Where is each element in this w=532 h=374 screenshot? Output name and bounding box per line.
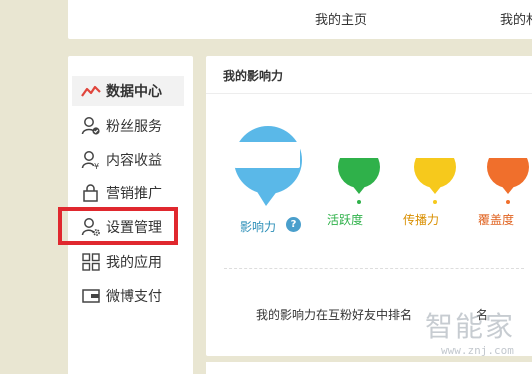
svg-text:¥: ¥ xyxy=(94,162,99,170)
trend-chart-icon xyxy=(80,80,102,102)
wallet-icon xyxy=(80,285,102,307)
spread-label: 传播力 xyxy=(403,213,440,227)
user-yen-icon: ¥ xyxy=(80,149,102,171)
shopping-bag-icon xyxy=(80,182,102,204)
watermark: 智能家 xyxy=(425,310,516,343)
spread-badge[interactable] xyxy=(410,141,460,204)
activity-badge[interactable] xyxy=(334,141,384,204)
influence-label: 影响力 xyxy=(240,220,277,234)
rank-text: 我的影响力在互粉好友中排名 xyxy=(256,308,413,322)
sidebar-item-label: 内容收益 xyxy=(106,153,162,169)
next-card xyxy=(206,362,532,374)
sidebar-item-marketing[interactable]: 营销推广 xyxy=(72,178,184,208)
tab-my-partial[interactable]: 我的札 xyxy=(500,9,532,28)
activity-label: 活跃度 xyxy=(327,213,364,227)
panel-title: 我的影响力 xyxy=(223,69,284,83)
panel-divider xyxy=(206,93,532,94)
dashed-divider xyxy=(224,268,524,269)
sidebar-item-label: 数据中心 xyxy=(106,84,162,100)
sidebar-item-label: 我的应用 xyxy=(106,255,162,271)
sidebar-item-data-center[interactable]: 数据中心 xyxy=(72,76,184,106)
sidebar-item-label: 粉丝服务 xyxy=(106,119,162,135)
top-nav-bar: 我的主页 我的札 xyxy=(68,0,532,39)
coverage-badge[interactable] xyxy=(483,141,532,204)
tab-my-homepage[interactable]: 我的主页 xyxy=(315,9,367,28)
influence-badge[interactable] xyxy=(234,126,302,206)
coverage-label: 覆盖度 xyxy=(478,213,515,227)
app-grid-icon xyxy=(80,251,102,273)
watermark-url: www.znj.com xyxy=(441,344,514,357)
user-check-icon xyxy=(80,115,102,137)
sidebar-item-my-apps[interactable]: 我的应用 xyxy=(72,247,184,277)
sidebar-item-weibo-pay[interactable]: 微博支付 xyxy=(72,281,184,311)
sidebar-item-content-revenue[interactable]: ¥ 内容收益 xyxy=(72,145,184,175)
settings-highlight-box xyxy=(58,207,178,245)
sidebar-item-fan-service[interactable]: 粉丝服务 xyxy=(72,111,184,141)
influence-metric-badges xyxy=(234,126,532,206)
sidebar-item-label: 微博支付 xyxy=(106,289,162,305)
help-icon[interactable]: ? xyxy=(286,217,301,232)
sidebar-item-label: 营销推广 xyxy=(106,186,162,202)
